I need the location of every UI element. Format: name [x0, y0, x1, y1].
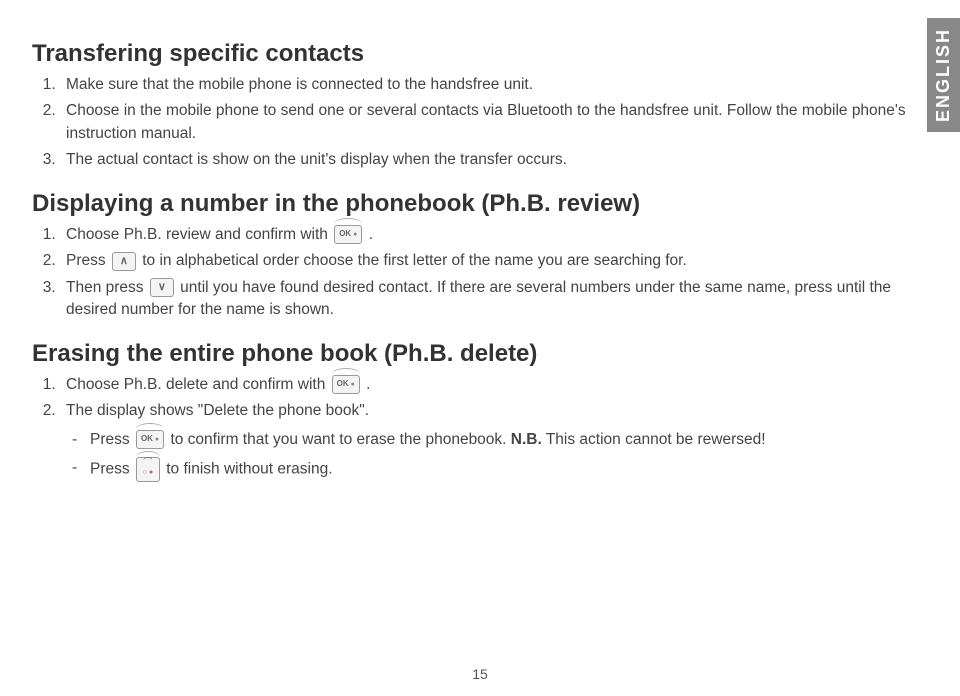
list-item: Make sure that the mobile phone is conne… [60, 74, 910, 96]
text: . [366, 376, 370, 393]
list-item: Choose Ph.B. review and confirm with . [60, 224, 910, 246]
text: . [369, 226, 373, 243]
text: Press [90, 461, 134, 478]
heading-displaying: Displaying a number in the phonebook (Ph… [32, 190, 910, 218]
list-item: Press to in alphabetical order choose th… [60, 250, 910, 272]
heading-erasing: Erasing the entire phone book (Ph.B. del… [32, 340, 910, 368]
list-transferring: Make sure that the mobile phone is conne… [32, 74, 910, 172]
list-item: Choose in the mobile phone to send one o… [60, 100, 910, 145]
up-button-icon [112, 252, 136, 271]
language-tab: ENGLISH [927, 18, 960, 132]
list-item: Choose Ph.B. delete and confirm with . [60, 374, 910, 396]
list-item: Press to confirm that you want to erase … [72, 429, 910, 451]
text: This action cannot be rewersed! [546, 431, 766, 448]
section-erasing: Erasing the entire phone book (Ph.B. del… [32, 340, 910, 482]
note-bold: N.B. [511, 431, 542, 448]
text: Press [90, 431, 134, 448]
text: until you have found desired contact. If… [66, 279, 891, 318]
heading-transferring: Transfering specific contacts [32, 40, 910, 68]
cancel-button-icon [136, 457, 160, 482]
sublist-erasing: Press to confirm that you want to erase … [32, 429, 910, 482]
list-item: Press to finish without erasing. [72, 457, 910, 482]
text: to in alphabetical order choose the firs… [142, 252, 687, 269]
section-transferring: Transfering specific contacts Make sure … [32, 40, 910, 172]
page-number: 15 [0, 666, 960, 682]
list-item: The actual contact is show on the unit's… [60, 149, 910, 171]
text: Press [66, 252, 110, 269]
list-item: The display shows "Delete the phone book… [60, 400, 910, 422]
ok-button-icon [332, 375, 360, 394]
text: Then press [66, 279, 148, 296]
section-displaying: Displaying a number in the phonebook (Ph… [32, 190, 910, 322]
text: Choose Ph.B. delete and confirm with [66, 376, 330, 393]
down-button-icon [150, 278, 174, 297]
ok-button-icon [334, 225, 362, 244]
list-erasing: Choose Ph.B. delete and confirm with . T… [32, 374, 910, 423]
list-item: Then press until you have found desired … [60, 277, 910, 322]
text: to finish without erasing. [166, 461, 332, 478]
text: to confirm that you want to erase the ph… [170, 431, 510, 448]
ok-button-icon [136, 430, 164, 449]
text: Choose Ph.B. review and confirm with [66, 226, 332, 243]
list-displaying: Choose Ph.B. review and confirm with . P… [32, 224, 910, 322]
